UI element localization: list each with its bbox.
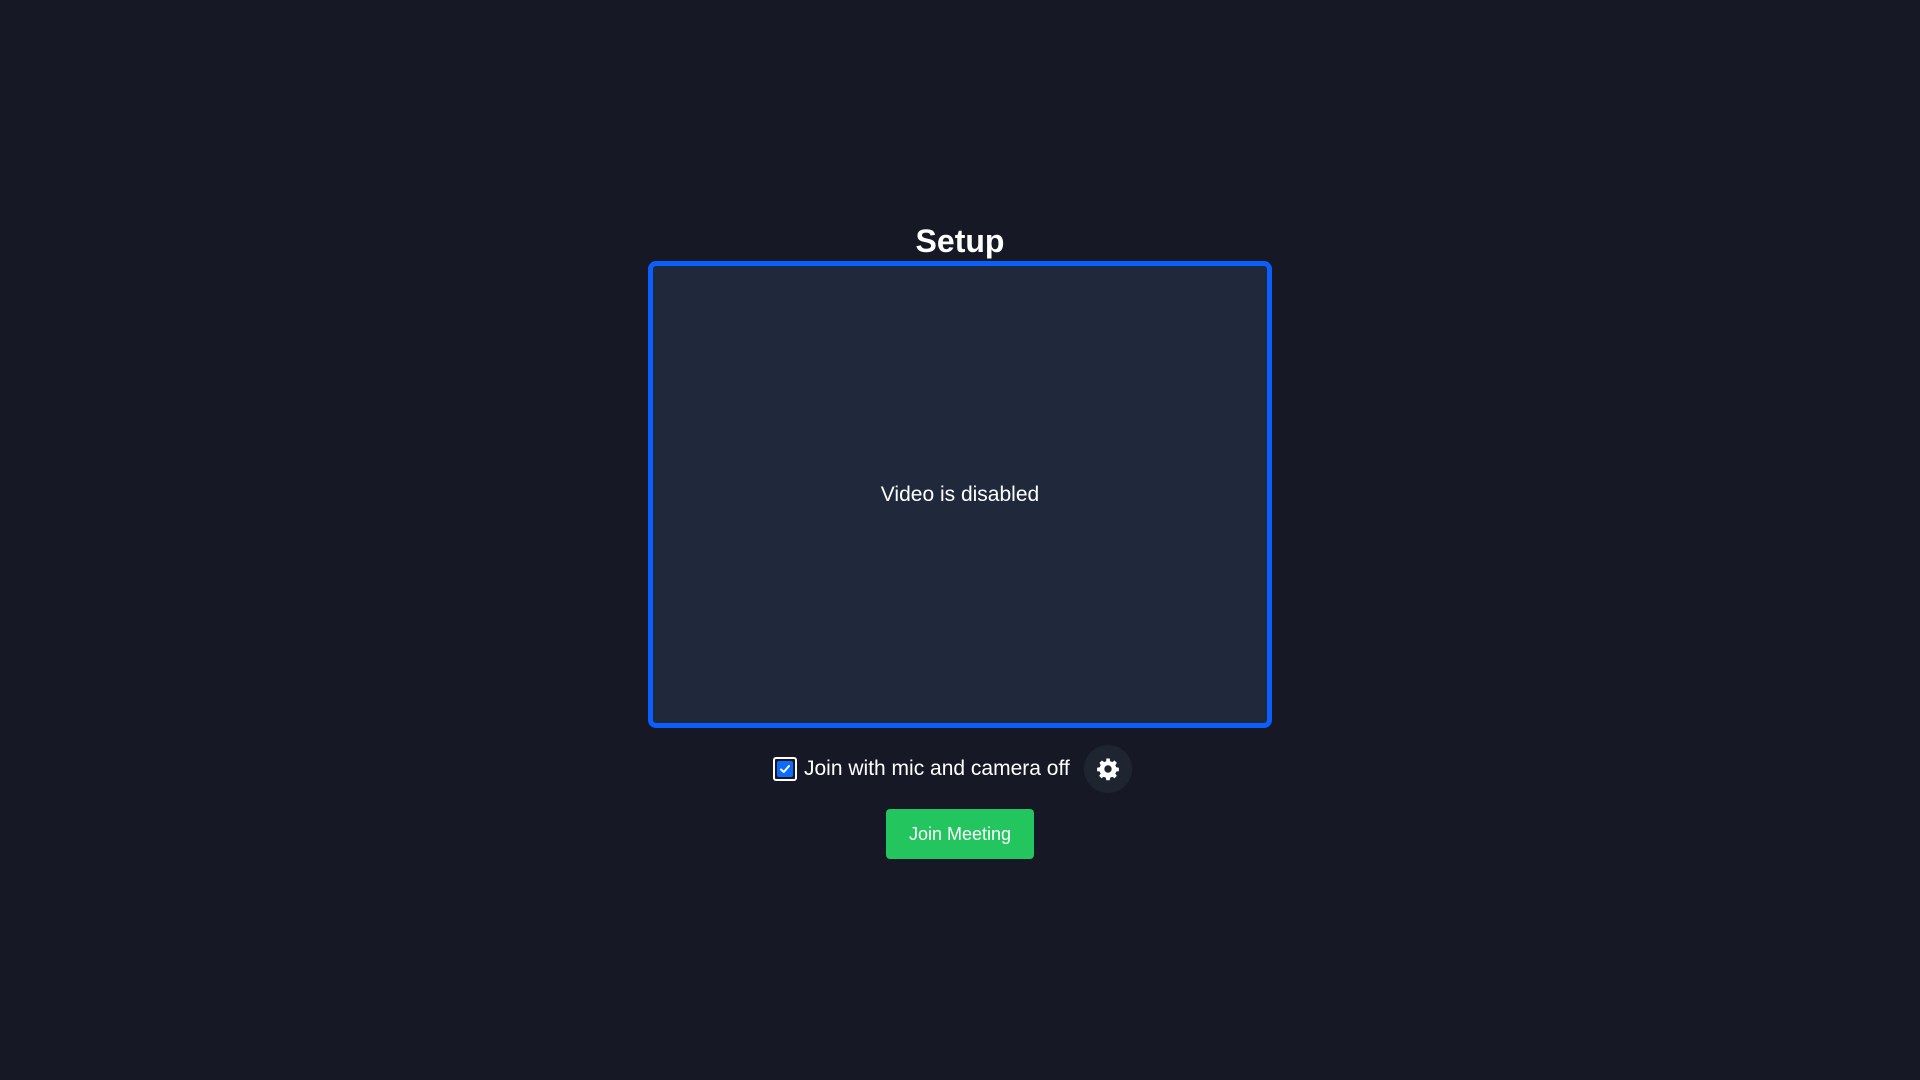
checkbox-check [777,761,793,777]
gear-icon [1096,758,1119,781]
setup-page: Setup Video is disabled Join with mic an… [0,0,1920,1080]
mute-on-join-label[interactable]: Join with mic and camera off [804,757,1070,781]
page-title: Setup [915,223,1005,259]
video-preview: Video is disabled [648,261,1272,728]
mute-on-join-checkbox[interactable] [773,757,797,781]
settings-button[interactable] [1083,745,1132,793]
join-options-row: Join with mic and camera off [773,744,1132,794]
video-status-text: Video is disabled [880,482,1040,506]
join-meeting-button[interactable]: Join Meeting [886,809,1034,859]
checkmark-icon [780,765,790,773]
